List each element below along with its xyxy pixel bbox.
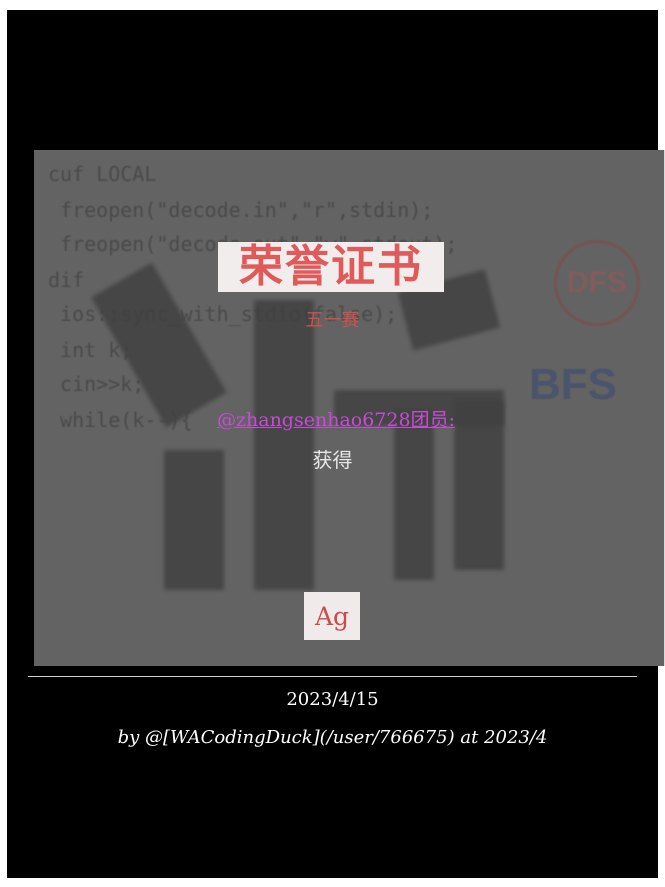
silver-medal-badge: Ag (304, 592, 360, 640)
certificate-title-box: 荣誉证书 (218, 242, 444, 292)
member-link[interactable]: @zhangsenhao6728 (217, 409, 411, 431)
byline-text: by @[WACodingDuck](/user/766675) at 2023… (117, 727, 548, 748)
code-line: cin>>k; (48, 372, 145, 396)
member-line: @zhangsenhao6728团员: (217, 405, 455, 432)
code-line: cuf LOCAL (48, 162, 157, 186)
date-text: 2023/4/15 (286, 689, 379, 710)
code-line: freopen("decode.in","r",stdin); (48, 198, 434, 222)
member-suffix: 团员: (410, 409, 455, 431)
award-label: 获得 (312, 448, 353, 472)
brush-stroke (91, 262, 227, 428)
brush-stroke (394, 410, 434, 580)
code-line: int k; (48, 338, 133, 362)
certificate-title: 荣誉证书 (239, 241, 423, 292)
code-line: while(k--){ (48, 408, 193, 432)
divider (28, 676, 637, 677)
certificate-subtitle: 五一赛 (305, 310, 360, 331)
code-line: dif (48, 268, 85, 292)
bfs-stamp-icon: BFS (529, 360, 617, 409)
brush-stroke (454, 400, 504, 570)
